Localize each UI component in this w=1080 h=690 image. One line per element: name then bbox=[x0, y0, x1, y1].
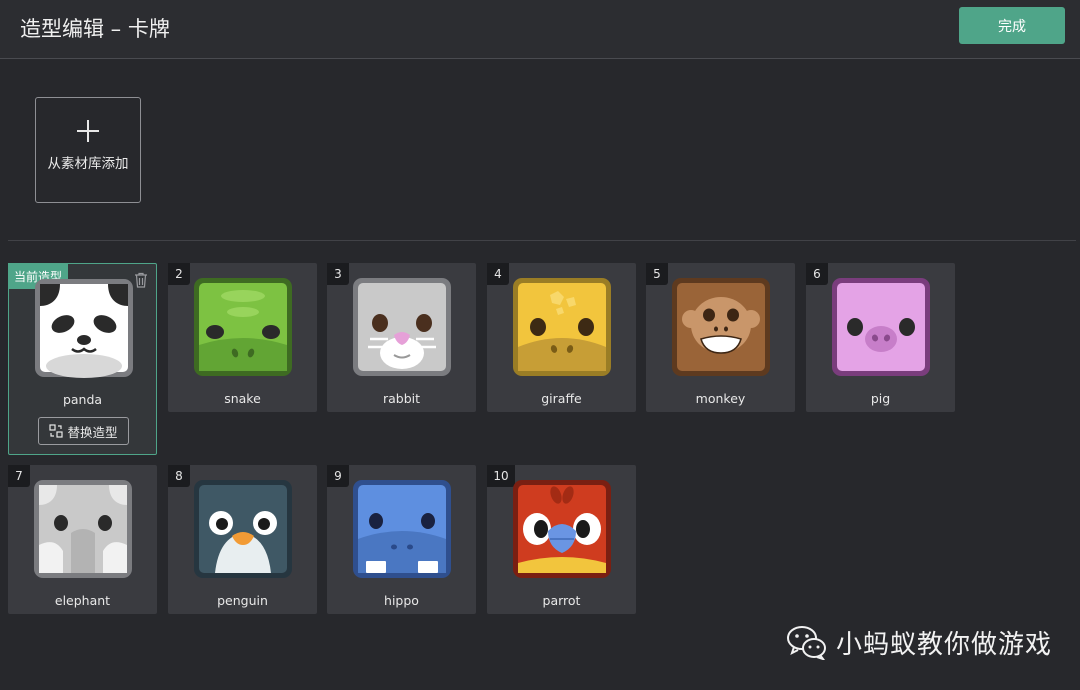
swap-icon bbox=[49, 424, 64, 438]
giraffe-thumbnail bbox=[513, 278, 611, 376]
plus-icon bbox=[77, 120, 99, 142]
monkey-thumbnail bbox=[672, 278, 770, 376]
costume-name: giraffe bbox=[541, 391, 582, 406]
section-divider bbox=[8, 240, 1076, 241]
snake-thumbnail bbox=[194, 278, 292, 376]
penguin-thumbnail bbox=[194, 480, 292, 578]
trash-icon[interactable] bbox=[134, 272, 148, 288]
costume-index: 7 bbox=[8, 465, 30, 487]
header-bar: 造型编辑 – 卡牌 完成 bbox=[0, 0, 1080, 59]
costume-index: 2 bbox=[168, 263, 190, 285]
add-from-library-button[interactable]: 从素材库添加 bbox=[35, 97, 141, 203]
costume-name: penguin bbox=[217, 593, 268, 608]
costume-name: monkey bbox=[695, 391, 746, 406]
watermark: 小蚂蚁教你做游戏 bbox=[786, 622, 1052, 662]
costume-name: panda bbox=[62, 392, 103, 407]
costume-index: 10 bbox=[487, 465, 515, 487]
costume-card-rabbit[interactable]: 3 rabbit bbox=[327, 263, 476, 412]
costume-card-parrot[interactable]: 10 parrot bbox=[487, 465, 636, 614]
costume-card-panda[interactable]: 当前造型 panda 替换造型 bbox=[8, 263, 157, 455]
done-button[interactable]: 完成 bbox=[959, 7, 1065, 44]
costume-card-penguin[interactable]: 8 penguin bbox=[168, 465, 317, 614]
costume-card-snake[interactable]: 2 snake bbox=[168, 263, 317, 412]
costume-index: 6 bbox=[806, 263, 828, 285]
watermark-text: 小蚂蚁教你做游戏 bbox=[836, 629, 1053, 660]
costume-index: 8 bbox=[168, 465, 190, 487]
panda-thumbnail bbox=[35, 279, 133, 378]
costume-name: pig bbox=[870, 391, 891, 406]
costume-name: elephant bbox=[54, 593, 111, 608]
costume-card-hippo[interactable]: 9 hippo bbox=[327, 465, 476, 614]
costume-card-giraffe[interactable]: 4 giraffe bbox=[487, 263, 636, 412]
costume-name: hippo bbox=[384, 593, 419, 608]
costume-index: 4 bbox=[487, 263, 509, 285]
replace-costume-button[interactable]: 替换造型 bbox=[38, 417, 129, 445]
costume-card-monkey[interactable]: 5 monkey bbox=[646, 263, 795, 412]
page-title: 造型编辑 – 卡牌 bbox=[20, 17, 170, 41]
costume-index: 5 bbox=[646, 263, 668, 285]
costume-name: parrot bbox=[542, 593, 581, 608]
parrot-thumbnail bbox=[513, 480, 611, 578]
costume-card-elephant[interactable]: 7 elephant bbox=[8, 465, 157, 614]
add-from-library-label: 从素材库添加 bbox=[47, 156, 129, 172]
costume-card-pig[interactable]: 6 pig bbox=[806, 263, 955, 412]
elephant-thumbnail bbox=[34, 480, 132, 578]
wechat-icon bbox=[787, 626, 826, 660]
costume-name: snake bbox=[224, 391, 261, 406]
costume-name: rabbit bbox=[382, 391, 421, 406]
costume-index: 9 bbox=[327, 465, 349, 487]
pig-thumbnail bbox=[832, 278, 930, 376]
costume-index: 3 bbox=[327, 263, 349, 285]
hippo-thumbnail bbox=[353, 480, 451, 578]
rabbit-thumbnail bbox=[353, 278, 451, 376]
replace-costume-label: 替换造型 bbox=[67, 424, 118, 440]
